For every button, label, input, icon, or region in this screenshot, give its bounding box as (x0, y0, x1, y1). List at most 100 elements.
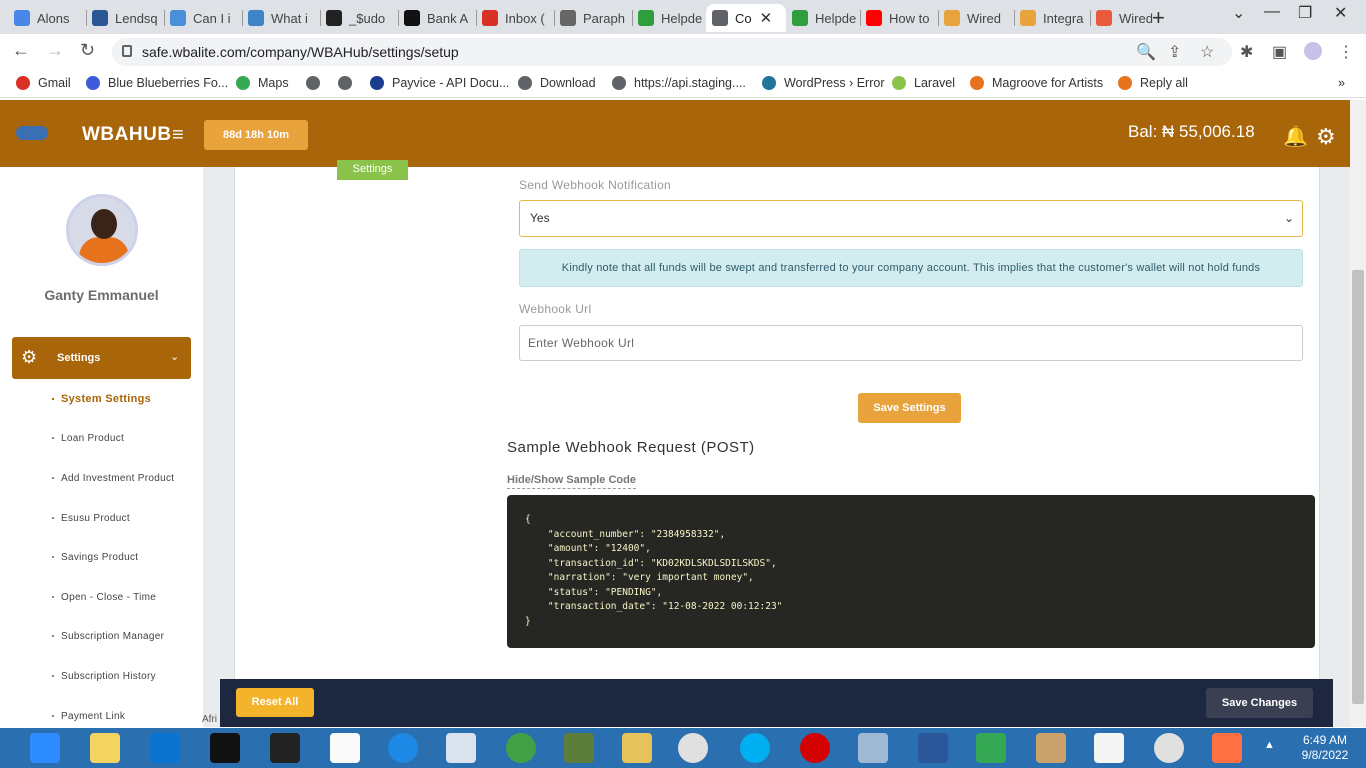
bookmark-item[interactable]: Reply all (1118, 76, 1188, 90)
bookmark-item[interactable] (338, 76, 360, 90)
file-icon[interactable] (330, 733, 360, 763)
browser-tab[interactable]: _$udo (320, 4, 398, 32)
sidebar-item-settings[interactable]: ⚙ Settings ⌄ (12, 337, 191, 379)
save-changes-button[interactable]: Save Changes (1206, 688, 1313, 718)
toggle-sample-code-link[interactable]: Hide/Show Sample Code (507, 474, 636, 489)
postman-icon[interactable] (1212, 733, 1242, 763)
sidebar-subitem[interactable]: Add Investment Product (52, 473, 174, 484)
window-close-icon[interactable]: ✕ (1334, 3, 1347, 23)
chrome-icon[interactable] (678, 733, 708, 763)
browser-tab[interactable]: Inbox ( (476, 4, 554, 32)
browser-tab[interactable]: Alons (8, 4, 86, 32)
zoom-icon[interactable]: 🔍 (1136, 42, 1156, 62)
sidebar-subitem[interactable]: Open - Close - Time (52, 592, 156, 603)
zoom-app-icon[interactable] (30, 733, 60, 763)
minimize-icon[interactable]: — (1264, 3, 1280, 21)
forward-icon[interactable]: → (46, 40, 64, 61)
sidebar-subitem[interactable]: Savings Product (52, 552, 138, 563)
browser-tab[interactable]: Helpde (632, 4, 706, 32)
sidebar-subitem[interactable]: System Settings (52, 393, 151, 405)
webhook-url-input[interactable]: Enter Webhook Url (519, 325, 1303, 361)
bookmark-item[interactable]: Payvice - API Docu... (370, 76, 509, 90)
browser-tab[interactable]: Integra (1014, 4, 1090, 32)
settings-gear-icon: ⚙ (21, 347, 38, 367)
profile-avatar[interactable] (1304, 42, 1322, 60)
browser-tab[interactable]: Paraph (554, 4, 632, 32)
tab-settings[interactable]: Settings (337, 160, 408, 180)
tab-close-icon[interactable]: ✕ (760, 9, 773, 27)
green-app-icon[interactable] (506, 733, 536, 763)
sidebar-subitem[interactable]: Esusu Product (52, 513, 130, 524)
slack-icon[interactable] (1094, 733, 1124, 763)
bookmark-item[interactable]: https://api.staging.... (612, 76, 746, 90)
sidebar-subitem[interactable]: Subscription History (52, 671, 156, 682)
more-bookmarks-icon[interactable]: » (1338, 76, 1345, 90)
snipping-tool-icon[interactable] (446, 733, 476, 763)
save-settings-button[interactable]: Save Settings (858, 393, 961, 423)
notepad-plus-icon[interactable] (564, 733, 594, 763)
webhook-notification-select[interactable]: Yes ⌄ (519, 200, 1303, 237)
sidebar-subitem-label: Subscription Manager (61, 631, 165, 642)
browser-tab[interactable]: What i (242, 4, 320, 32)
reset-all-button[interactable]: Reset All (236, 688, 314, 717)
bookmark-item[interactable]: Blue Blueberries Fo... (86, 76, 228, 90)
vscode-icon[interactable] (150, 733, 180, 763)
share-icon[interactable]: ⇪ (1168, 42, 1181, 62)
browser-tab[interactable]: Bank A (398, 4, 476, 32)
sidebar-subitem[interactable]: Payment Link (52, 711, 125, 722)
browser-tab[interactable]: Helpde (786, 4, 860, 32)
bookmark-label: Payvice - API Docu... (392, 76, 510, 90)
file-explorer-icon[interactable] (622, 733, 652, 763)
sidebar-subitem[interactable]: Loan Product (52, 433, 124, 444)
browser-tab[interactable]: Wired (938, 4, 1014, 32)
bookmark-item[interactable]: WordPress › Error (762, 76, 884, 90)
chrome-profile-icon[interactable] (1154, 733, 1184, 763)
notification-bell-icon[interactable]: 🔔 (1283, 124, 1308, 149)
bookmark-item[interactable] (306, 76, 328, 90)
bookmark-item[interactable]: Gmail (16, 76, 71, 90)
side-panel-icon[interactable]: ▣ (1272, 42, 1287, 62)
browser-tab[interactable]: Lendsq (86, 4, 164, 32)
bullet-icon (52, 398, 54, 401)
etisalat-app-icon[interactable] (210, 733, 240, 763)
bookmark-item[interactable]: Maps (236, 76, 289, 90)
sticky-notes-icon[interactable] (90, 733, 120, 763)
browser-tab[interactable]: Can I i (164, 4, 242, 32)
browser-tab[interactable]: Co ✕ (706, 4, 786, 32)
tab-search-icon[interactable]: ⌄ (1232, 3, 1245, 23)
system-clock[interactable]: 6:49 AM 9/8/2022 (1290, 733, 1360, 763)
windows-taskbar: ▲ 6:49 AM 9/8/2022 (0, 728, 1366, 768)
hamburger-menu-icon[interactable]: ≡ (172, 124, 184, 147)
chevron-down-icon: ⌄ (170, 351, 180, 363)
opera-icon[interactable] (800, 733, 830, 763)
tray-chevron-icon[interactable]: ▲ (1264, 739, 1275, 751)
address-bar[interactable]: safe.wbalite.com/company/WBAHub/settings… (112, 38, 1232, 66)
h-app-icon[interactable] (270, 733, 300, 763)
restore-icon[interactable]: ❐ (1298, 3, 1312, 23)
bookmark-item[interactable]: Magroove for Artists (970, 76, 1103, 90)
meet-icon[interactable] (976, 733, 1006, 763)
extensions-icon[interactable]: ✱ (1240, 42, 1253, 62)
word-icon[interactable] (918, 733, 948, 763)
webhook-notification-label: Send Webhook Notification (519, 178, 672, 192)
back-icon[interactable]: ← (12, 40, 30, 61)
new-tab-button[interactable]: + (1152, 5, 1165, 31)
browser-menu-icon[interactable]: ⋮ (1338, 42, 1354, 62)
bookmark-item[interactable]: Download (518, 76, 596, 90)
tab-favicon-icon (170, 10, 186, 26)
reload-icon[interactable]: ↻ (80, 40, 95, 61)
header-settings-gear-icon[interactable]: ⚙ (1316, 124, 1336, 150)
bookmark-label: https://api.staging.... (634, 76, 746, 90)
bookmark-item[interactable]: Laravel (892, 76, 955, 90)
bookmark-label: Reply all (1140, 76, 1188, 90)
skype-icon[interactable] (740, 733, 770, 763)
bookmark-star-icon[interactable]: ☆ (1200, 42, 1214, 62)
tab-favicon-icon (712, 10, 728, 26)
paint-icon[interactable] (1036, 733, 1066, 763)
sidebar-subitem[interactable]: Subscription Manager (52, 631, 164, 642)
control-panel-icon[interactable] (858, 733, 888, 763)
browser-tab[interactable]: How to (860, 4, 938, 32)
bookmark-favicon-icon (970, 76, 984, 90)
page-scrollbar[interactable] (1350, 100, 1366, 727)
internet-explorer-icon[interactable] (388, 733, 418, 763)
